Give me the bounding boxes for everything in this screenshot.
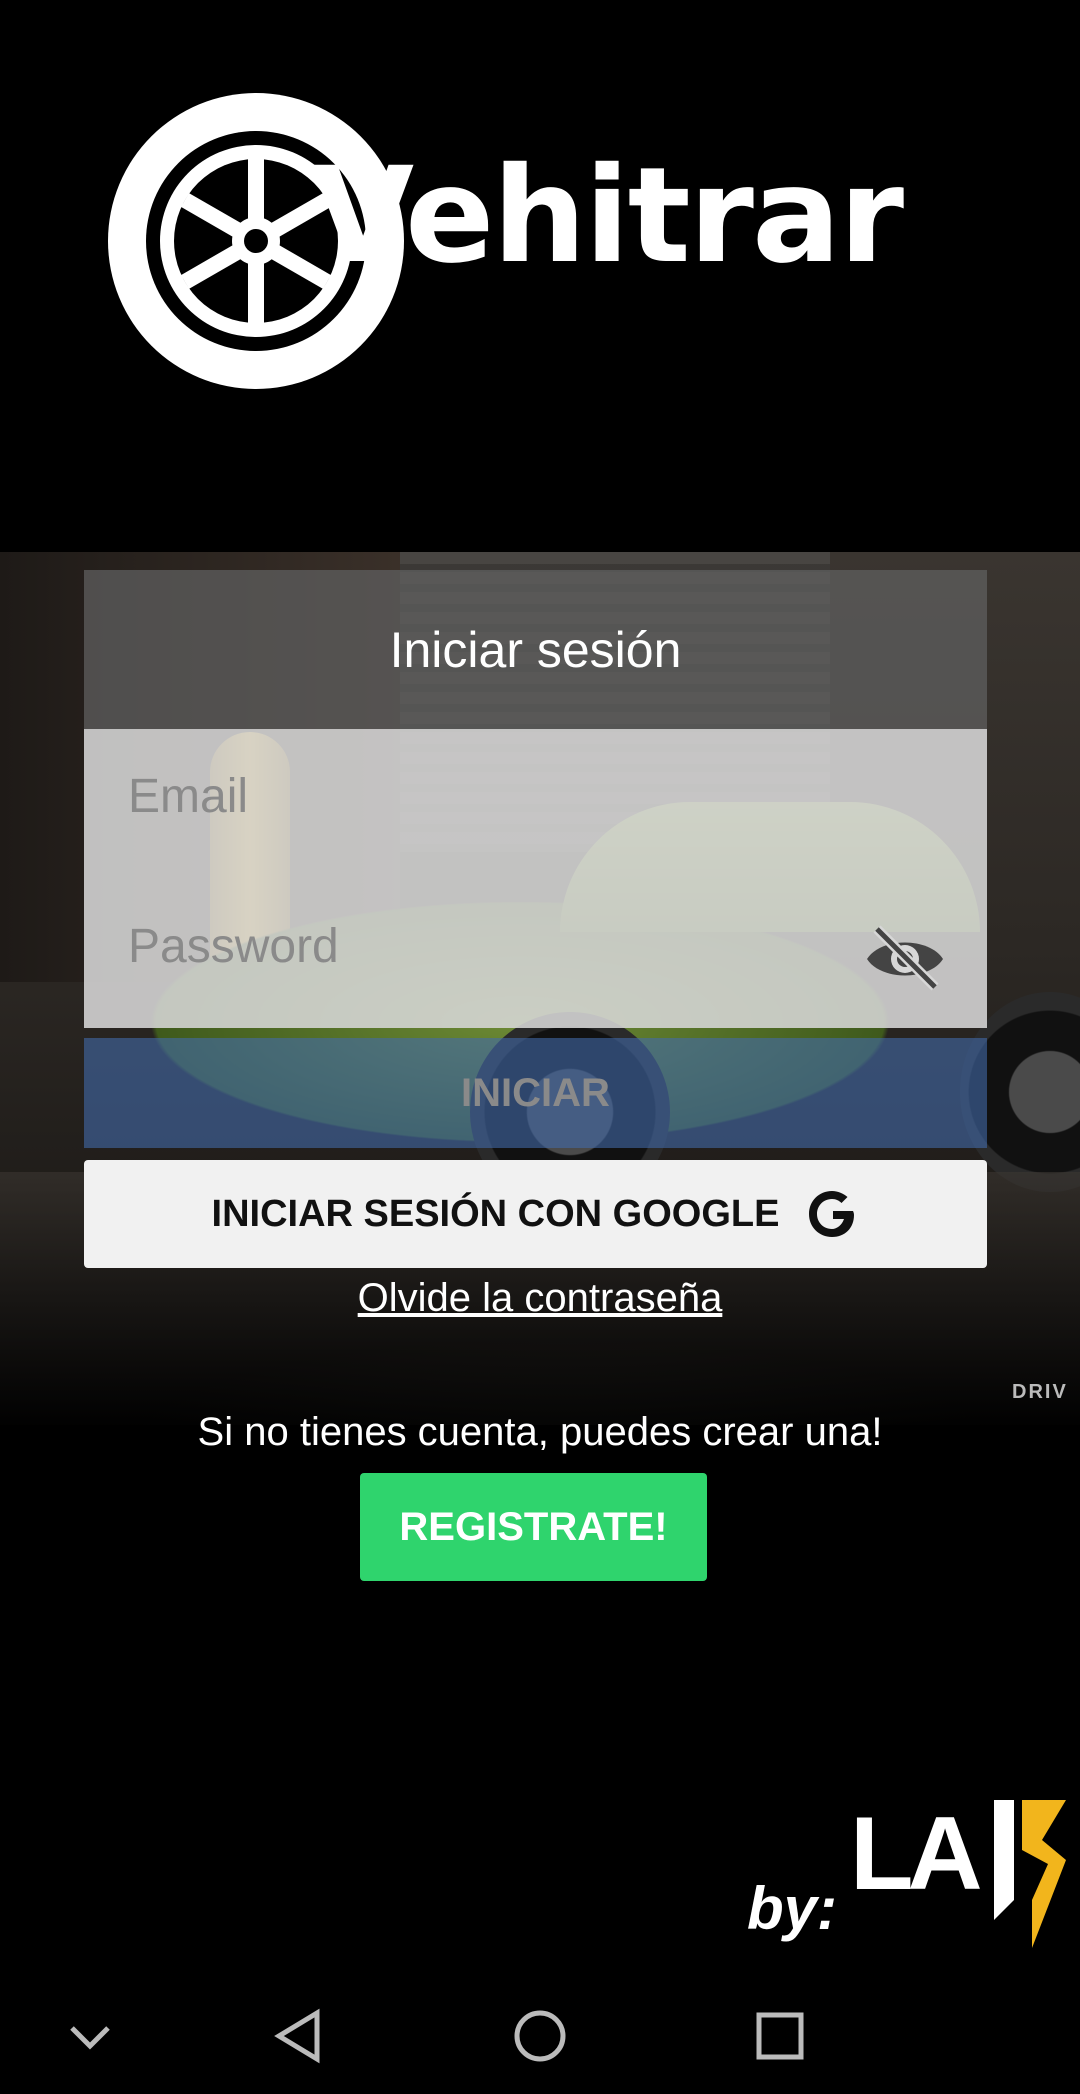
photo-watermark: DRIV [1012, 1381, 1068, 1403]
brand-name: Vehitrar [312, 139, 904, 293]
system-nav-bar [0, 1975, 1080, 2094]
back-triangle-icon[interactable] [265, 2001, 335, 2071]
register-button[interactable]: REGISTRATE! [360, 1473, 707, 1581]
login-fields: Email Password [84, 729, 987, 1028]
company-logo-mark [994, 1800, 1066, 1948]
google-g-icon [809, 1191, 855, 1237]
recents-square-icon[interactable] [745, 2001, 815, 2071]
google-signin-label: INICIAR SESIÓN CON GOOGLE [211, 1192, 780, 1235]
password-input[interactable]: Password [128, 919, 339, 974]
login-submit-button[interactable]: INICIAR [84, 1038, 987, 1148]
email-input[interactable]: Email [128, 769, 248, 824]
login-title: Iniciar sesión [84, 570, 987, 729]
google-signin-button[interactable]: INICIAR SESIÓN CON GOOGLE [84, 1160, 987, 1268]
chevron-down-icon[interactable] [55, 2001, 125, 2071]
by-label: by: [747, 1875, 837, 1942]
home-circle-icon[interactable] [505, 2001, 575, 2071]
eye-off-icon[interactable] [863, 917, 947, 1001]
forgot-password-link[interactable]: Olvide la contraseña [0, 1276, 1080, 1321]
signup-prompt: Si no tienes cuenta, puedes crear una! [197, 1410, 883, 1454]
company-logo: LA [850, 1796, 983, 1912]
